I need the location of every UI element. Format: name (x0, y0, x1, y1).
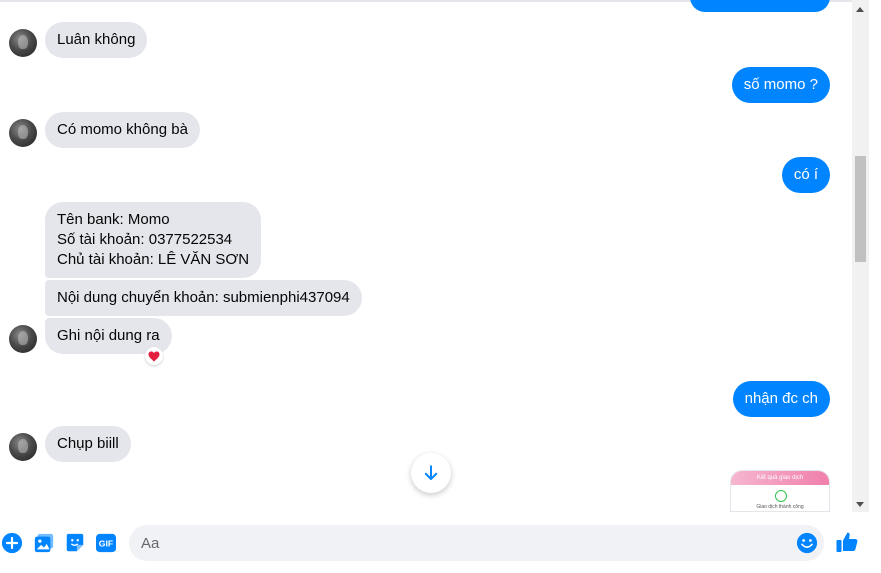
incoming-message-bank-info[interactable]: Tên bank: Momo Số tài khoản: 0377522534 … (45, 202, 262, 278)
contact-avatar[interactable] (9, 29, 37, 57)
incoming-message[interactable]: Nội dung chuyển khoản: submienphi437094 (45, 280, 362, 316)
heart-reaction-icon[interactable] (145, 347, 163, 365)
svg-text:GIF: GIF (99, 539, 113, 549)
message-input-container[interactable] (129, 525, 824, 561)
incoming-message[interactable]: Chụp biill (45, 426, 131, 462)
bank-name-line: Tên bank: Momo (57, 211, 170, 228)
account-number-line: Số tài khoản: 0377522534 (57, 231, 233, 248)
outgoing-message[interactable]: số momo ? (731, 67, 830, 103)
gif-icon[interactable]: GIF (94, 531, 118, 555)
conversation-scrollbar[interactable] (852, 0, 869, 512)
add-icon[interactable] (0, 531, 24, 555)
conversation-pane: Luân không số momo ? Có momo không bà có… (0, 0, 852, 512)
outgoing-message[interactable]: có í (781, 157, 830, 193)
scroll-to-bottom-button[interactable] (411, 453, 451, 493)
message-input[interactable] (141, 525, 781, 561)
incoming-message[interactable]: Có momo không bà (45, 112, 200, 148)
scroll-up-arrow-icon[interactable] (856, 7, 864, 12)
account-holder-line: Chủ tài khoản: LÊ VĂN SƠN (57, 251, 250, 268)
thumbnail-status: Giao dịch thành công (756, 504, 804, 510)
image-attachment-thumbnail[interactable]: Kết quả giao dịch Giao dịch thành công (730, 470, 830, 512)
success-check-icon (775, 490, 787, 502)
message-composer: GIF (0, 512, 869, 573)
sticker-icon[interactable] (63, 531, 87, 555)
contact-avatar[interactable] (9, 433, 37, 461)
scroll-down-arrow-icon[interactable] (856, 502, 864, 507)
outgoing-bubble-partial[interactable] (690, 0, 830, 12)
like-icon[interactable] (835, 530, 859, 554)
scrollbar-thumb[interactable] (855, 156, 866, 262)
incoming-message[interactable]: Luân không (45, 22, 148, 58)
arrow-down-icon (424, 465, 438, 480)
window-edge (869, 0, 881, 573)
emoji-icon[interactable] (796, 532, 818, 554)
image-icon[interactable] (32, 531, 56, 555)
contact-avatar[interactable] (9, 325, 37, 353)
outgoing-message[interactable]: nhận đc ch (732, 381, 830, 417)
thumbnail-header: Kết quả giao dịch (731, 471, 829, 485)
contact-avatar[interactable] (9, 119, 37, 147)
